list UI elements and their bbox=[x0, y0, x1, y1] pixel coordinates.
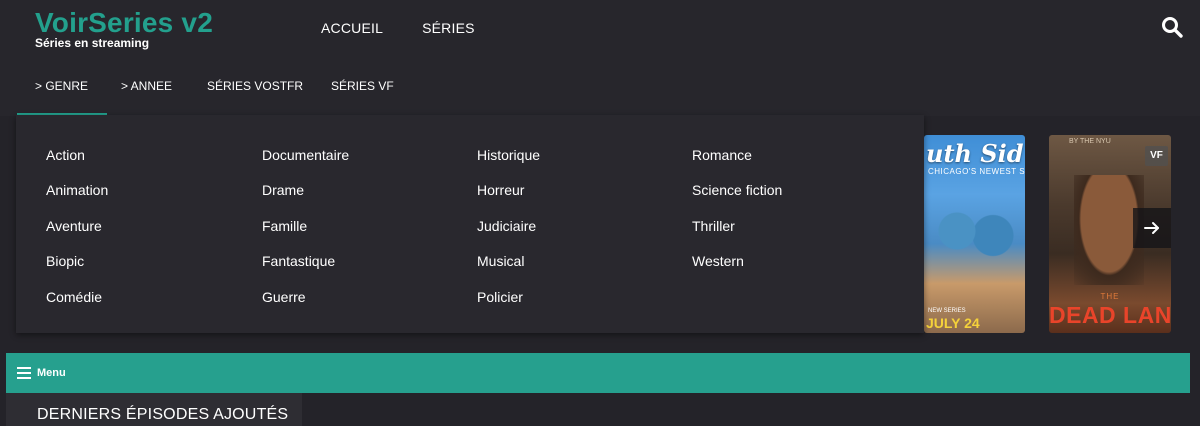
genre-link[interactable]: Action bbox=[46, 146, 85, 164]
language-badge: VF bbox=[1145, 146, 1168, 166]
menu-bar[interactable]: Menu bbox=[6, 353, 1190, 393]
hamburger-icon bbox=[17, 367, 31, 379]
genre-link[interactable]: Western bbox=[692, 252, 744, 270]
nav-link-accueil[interactable]: ACCUEIL bbox=[321, 19, 383, 37]
genre-link[interactable]: Guerre bbox=[262, 288, 306, 306]
sub-nav: > GENRE > ANNEE SÉRIES VOSTFR SÉRIES VF bbox=[0, 56, 1200, 116]
genre-link[interactable]: Horreur bbox=[477, 181, 524, 199]
genre-link[interactable]: Judiciaire bbox=[477, 217, 536, 235]
genre-link[interactable]: Policier bbox=[477, 288, 523, 306]
genre-link[interactable]: Drame bbox=[262, 181, 304, 199]
carousel-next-button[interactable] bbox=[1133, 208, 1171, 248]
poster-small-text: NEW SERIES bbox=[928, 308, 966, 314]
poster-tagline: CHICAGO'S NEWEST SIDE HUSTLE bbox=[928, 167, 1025, 176]
genre-link[interactable]: Documentaire bbox=[262, 146, 349, 164]
poster-title-art: DEAD LANDS bbox=[1049, 302, 1171, 328]
arrow-right-icon bbox=[1144, 222, 1159, 234]
search-button[interactable] bbox=[1160, 15, 1184, 39]
genre-link[interactable]: Thriller bbox=[692, 217, 735, 235]
genre-link[interactable]: Biopic bbox=[46, 252, 84, 270]
poster-top-text: BY THE NYU bbox=[1069, 138, 1111, 145]
subnav-genre[interactable]: > GENRE bbox=[16, 56, 108, 116]
subnav-annee[interactable]: > ANNEE bbox=[121, 56, 172, 116]
logo-subtitle: Séries en streaming bbox=[35, 36, 150, 50]
menu-label: Menu bbox=[37, 367, 66, 379]
section-title: DERNIERS ÉPISODES AJOUTÉS bbox=[37, 406, 289, 423]
genre-link[interactable]: Romance bbox=[692, 146, 752, 164]
genre-dropdown: Action Animation Aventure Biopic Comédie… bbox=[16, 115, 924, 333]
subnav-series-vf[interactable]: SÉRIES VF bbox=[331, 56, 394, 116]
top-header: VoirSeries v2 Séries en streaming ACCUEI… bbox=[0, 0, 1200, 56]
section-heading-tab: DERNIERS ÉPISODES AJOUTÉS bbox=[6, 393, 302, 426]
main-nav: ACCUEIL SÉRIES bbox=[321, 19, 475, 37]
genre-link[interactable]: Science fiction bbox=[692, 181, 782, 199]
poster-figures bbox=[930, 195, 1020, 285]
search-icon bbox=[1162, 17, 1183, 38]
site-logo[interactable]: VoirSeries v2 Séries en streaming bbox=[35, 8, 213, 50]
genre-link[interactable]: Musical bbox=[477, 252, 524, 270]
poster-title-small: THE bbox=[1100, 292, 1120, 301]
poster-title-art: uth Sid bbox=[926, 139, 1024, 168]
genre-link[interactable]: Comédie bbox=[46, 288, 102, 306]
poster-south-side[interactable]: uth Sid CHICAGO'S NEWEST SIDE HUSTLE NEW… bbox=[924, 135, 1025, 333]
nav-link-series[interactable]: SÉRIES bbox=[422, 19, 475, 37]
genre-link[interactable]: Historique bbox=[477, 146, 540, 164]
genre-link[interactable]: Fantastique bbox=[262, 252, 335, 270]
genre-link[interactable]: Aventure bbox=[46, 217, 102, 235]
subnav-series-vostfr[interactable]: SÉRIES VOSTFR bbox=[207, 56, 303, 116]
genre-link[interactable]: Famille bbox=[262, 217, 307, 235]
poster-date: JULY 24 bbox=[926, 315, 980, 331]
genre-link[interactable]: Animation bbox=[46, 181, 108, 199]
logo-title: VoirSeries v2 bbox=[35, 7, 213, 38]
